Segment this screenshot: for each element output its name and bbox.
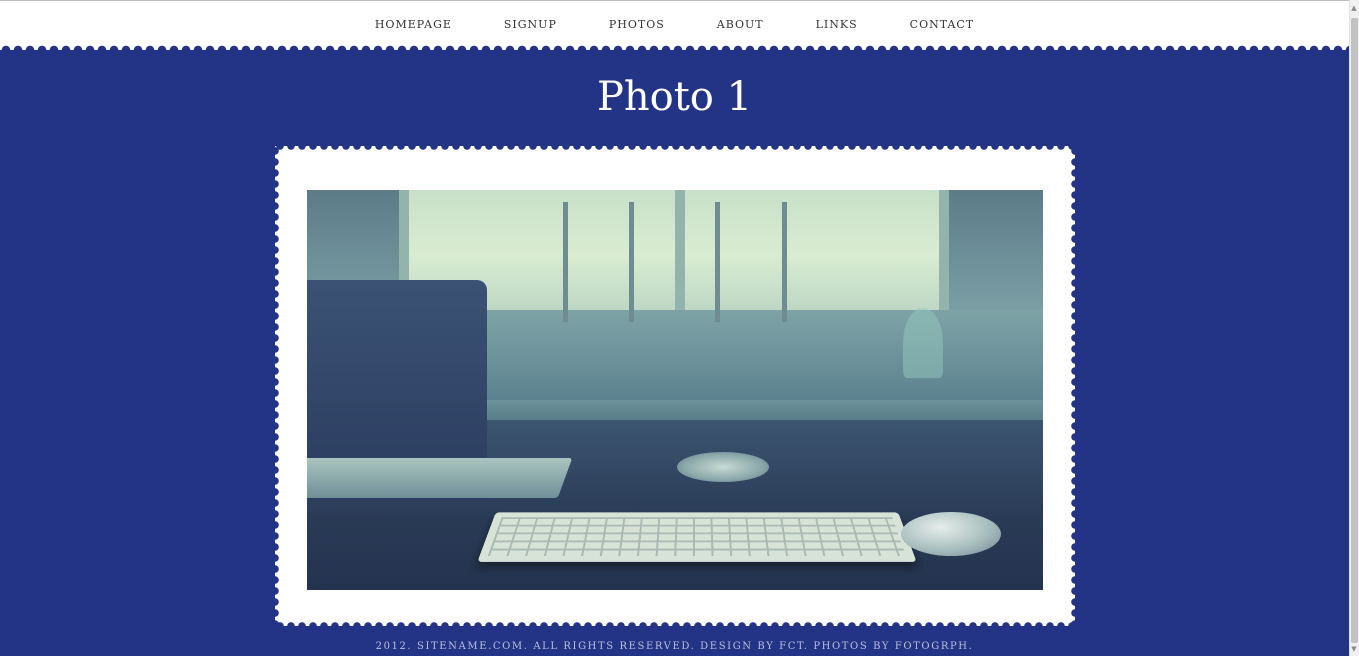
photo-stamp-frame [270, 141, 1080, 631]
stamp-perforation-right [1070, 146, 1080, 626]
nav-item-about[interactable]: ABOUT [717, 18, 764, 31]
photo-candle [715, 202, 720, 322]
nav-item-signup[interactable]: SIGNUP [504, 18, 557, 31]
main-nav: HOMEPAGE SIGNUP PHOTOS ABOUT LINKS CONTA… [0, 1, 1349, 47]
nav-item-links[interactable]: LINKS [816, 18, 858, 31]
photo-window-frame [675, 190, 685, 320]
photo-candle [629, 202, 634, 322]
footer-text-middle: . PHOTOS BY [803, 641, 895, 652]
stamp-perforation-left [270, 146, 280, 626]
page-title: Photo 1 [596, 74, 753, 120]
footer-design-link[interactable]: FCT [779, 641, 804, 652]
stamp-perforation-bottom [275, 621, 1075, 631]
scroll-up-arrow-icon[interactable]: ▲ [1350, 3, 1358, 13]
photo-mouse [901, 512, 1001, 556]
scrollbar-thumb[interactable] [1351, 18, 1358, 643]
footer-text-suffix: . [968, 641, 974, 652]
page-scrollbar[interactable]: ▲ ▼ [1349, 0, 1359, 656]
footer-text: 2012. SITENAME.COM. ALL RIGHTS RESERVED.… [375, 641, 780, 652]
photo-candle [782, 202, 787, 322]
photo-laptop-base [307, 458, 573, 498]
photo-keyboard [477, 512, 917, 562]
photo-candle [563, 202, 568, 322]
footer-photos-link[interactable]: FOTOGRPH [895, 641, 969, 652]
nav-item-homepage[interactable]: HOMEPAGE [375, 18, 452, 31]
top-navigation-bar: HOMEPAGE SIGNUP PHOTOS ABOUT LINKS CONTA… [0, 0, 1349, 56]
stamp-perforation-top [275, 141, 1075, 151]
photo-glass [903, 308, 943, 378]
footer: 2012. SITENAME.COM. ALL RIGHTS RESERVED.… [0, 641, 1349, 652]
nav-item-photos[interactable]: PHOTOS [609, 18, 665, 31]
photo-window-frame [939, 190, 949, 320]
photo-keyboard-keys [487, 517, 907, 557]
photo-bowl [677, 452, 769, 482]
photo-image[interactable] [307, 190, 1043, 590]
scroll-down-arrow-icon[interactable]: ▼ [1350, 644, 1358, 654]
nav-item-contact[interactable]: CONTACT [910, 18, 975, 31]
